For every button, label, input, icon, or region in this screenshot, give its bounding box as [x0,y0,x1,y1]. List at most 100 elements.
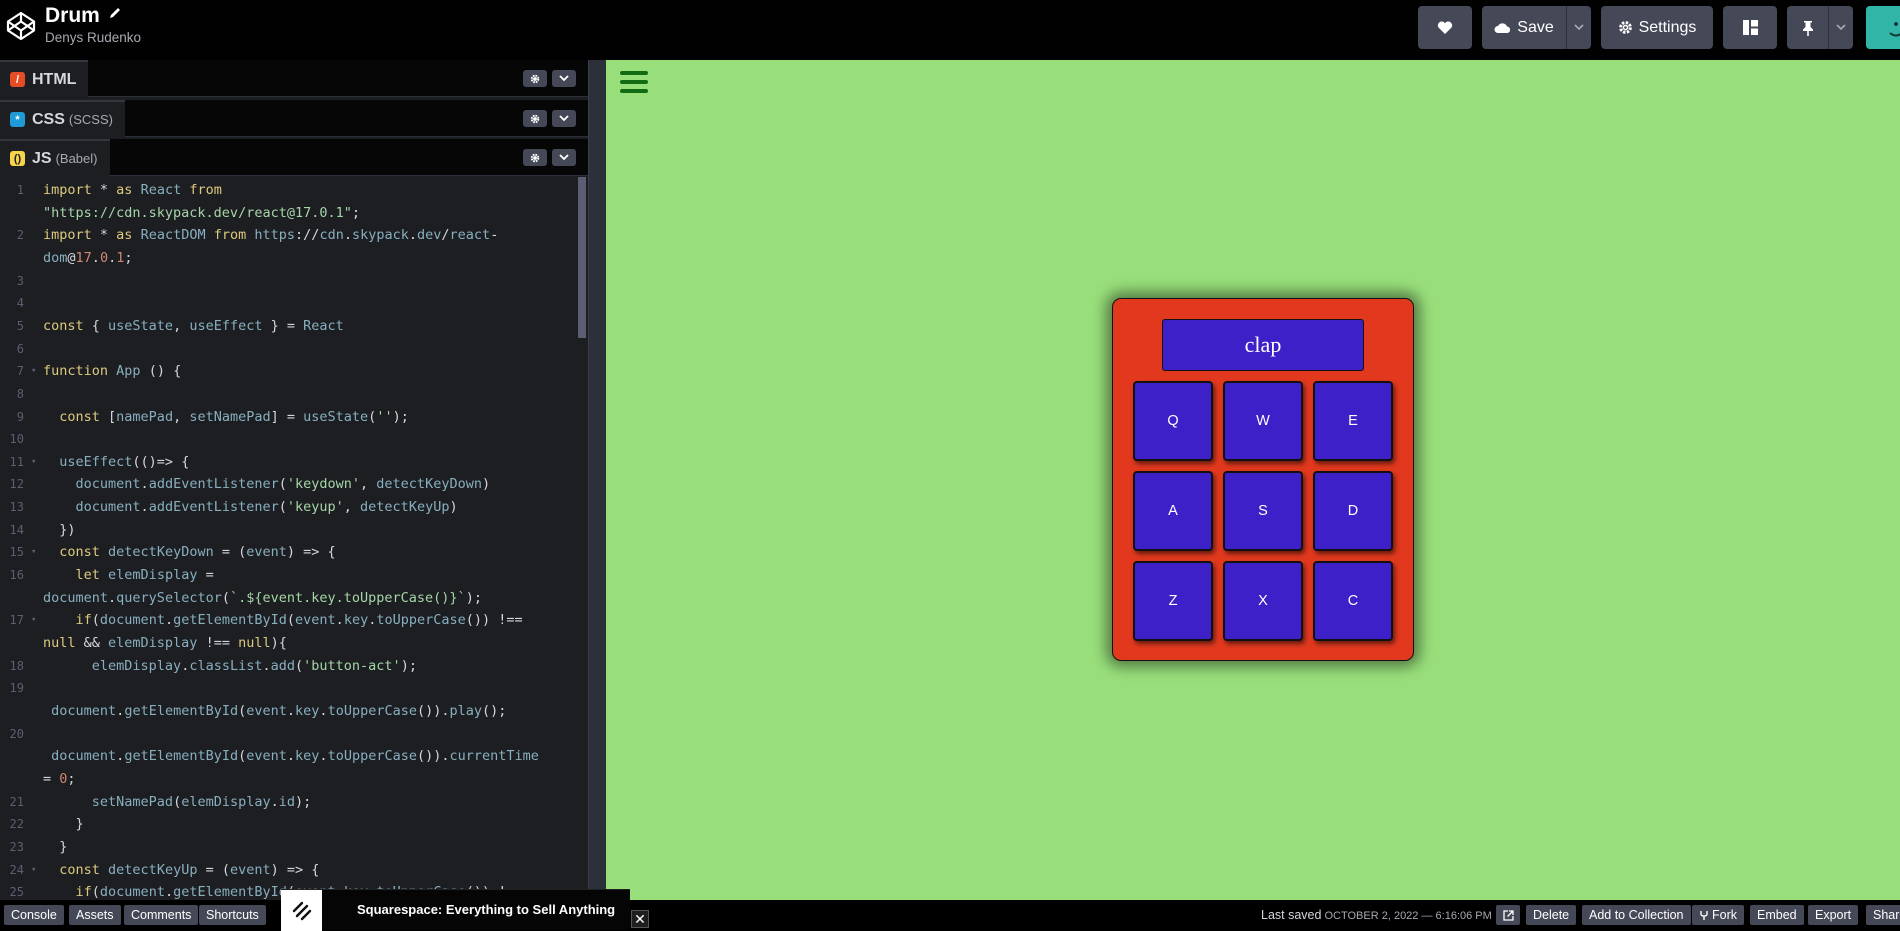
code-text: const detectKeyDown = (event) => { [59,544,336,561]
last-saved-status: Last saved OCTOBER 2, 2022 — 6:16:06 PM [1261,908,1492,922]
tab-html[interactable]: / HTML [0,60,89,97]
ad-text[interactable]: Squarespace: Everything to Sell Anything [357,902,615,917]
code-text: document.addEventListener('keydown', det… [75,476,491,493]
drum-pad-w[interactable]: W [1223,381,1303,461]
drum-pad-e[interactable]: E [1313,381,1393,461]
codepen-logo-icon[interactable] [5,10,37,42]
top-bar: Drum Denys Rudenko Save Settings [0,0,1900,60]
code-text: useEffect(()=> { [59,453,190,470]
code-text: = 0; [43,770,76,787]
ad-banner[interactable]: Squarespace: Everything to Sell Anything [281,889,630,931]
line-number: 13 [9,500,24,515]
drum-pad-c[interactable]: C [1313,561,1393,641]
panel-name: CSS [32,110,65,128]
js-collapse-button[interactable] [552,149,576,166]
comments-button[interactable]: Comments [124,905,199,925]
panel-resizer[interactable] [588,60,606,900]
save-options-button[interactable] [1566,6,1591,49]
heart-button[interactable] [1418,6,1472,49]
pin-options-button[interactable] [1828,6,1853,49]
add-to-collection-button[interactable]: Add to Collection [1582,905,1691,925]
fold-arrow-icon[interactable]: ▾ [31,541,36,563]
panel-preprocessor: (SCSS) [68,112,113,127]
js-panel-header: () JS (Babel) [0,139,588,176]
gear-icon [530,74,540,83]
assets-button[interactable]: Assets [69,905,121,925]
shortcuts-button[interactable]: Shortcuts [199,905,266,925]
code-text: } [43,838,68,855]
line-number: 4 [16,296,24,311]
line-number: 5 [16,318,24,333]
heart-icon [1437,20,1453,34]
js-settings-button[interactable] [523,149,547,166]
drum-pad-q[interactable]: Q [1133,381,1213,461]
css-collapse-button[interactable] [552,110,576,127]
js-code-editor[interactable]: 1 import * as React from "https://cdn.skyp… [0,177,588,900]
html-collapse-button[interactable] [552,70,576,87]
fork-label: Fork [1712,908,1737,922]
pen-title[interactable]: Drum [45,4,100,28]
panel-name: JS [32,149,52,167]
delete-button[interactable]: Delete [1526,905,1577,925]
save-button[interactable]: Save [1482,6,1566,49]
fold-arrow-icon[interactable]: ▾ [31,859,36,881]
drum-display: clap [1162,319,1364,371]
chevron-down-icon [559,75,569,82]
code-text: import * as React from [43,182,222,198]
gear-icon [530,153,540,162]
embed-button[interactable]: Embed [1750,905,1804,925]
edit-pencil-icon[interactable] [108,6,122,20]
share-button[interactable]: Share [1866,905,1900,925]
drum-pad-s[interactable]: S [1223,471,1303,551]
drum-pad-z[interactable]: Z [1133,561,1213,641]
open-external-button[interactable] [1496,905,1520,925]
export-button[interactable]: Export [1808,905,1859,925]
line-number: 24 [9,862,24,877]
code-text: import * as ReactDOM from https://cdn.sk… [43,227,499,244]
panel-preprocessor: (Babel) [55,151,98,166]
hamburger-menu-icon[interactable] [620,71,648,93]
fold-arrow-icon[interactable]: ▾ [31,360,36,382]
author-name[interactable]: Denys Rudenko [45,30,141,45]
chevron-down-icon [559,154,569,161]
line-number: 23 [9,839,24,854]
html-panel-header: / HTML [0,60,588,97]
drum-pad-x[interactable]: X [1223,561,1303,641]
ad-close-button[interactable]: ✕ [631,910,649,928]
change-view-button[interactable] [1723,6,1777,49]
html-settings-button[interactable] [523,70,547,87]
user-avatar[interactable] [1866,6,1900,49]
line-number: 18 [9,658,24,673]
editor-scrollbar[interactable] [578,177,586,338]
pin-button[interactable] [1787,6,1828,49]
gear-icon [530,114,540,123]
last-saved-date: OCTOBER 2, 2022 — 6:16:06 PM [1324,910,1492,922]
result-preview: clap Q W E A S D Z X C [606,60,1900,900]
fold-arrow-icon[interactable]: ▾ [31,451,36,473]
css-panel-header: * CSS (SCSS) [0,100,588,137]
drum-pad-a[interactable]: A [1133,471,1213,551]
settings-button[interactable]: Settings [1601,6,1713,49]
line-number: 14 [9,522,24,537]
line-number: 3 [16,273,24,288]
pin-icon [1802,20,1813,36]
fold-arrow-icon[interactable]: ▾ [31,609,36,631]
console-button[interactable]: Console [4,905,64,925]
fork-icon [1700,910,1708,920]
code-text: } [43,816,84,833]
code-text: elemDisplay.classList.add('button-act'); [91,657,417,674]
css-settings-button[interactable] [523,110,547,127]
line-number: 11 [9,454,24,469]
line-number: 17 [9,613,24,628]
tab-css[interactable]: * CSS (SCSS) [0,100,125,137]
editor-column: / HTML * CSS (SCSS) () JS (Babel) 1 impo… [0,60,606,900]
code-text: "https://cdn.skypack.dev/react@17.0.1"; [43,204,360,221]
line-number: 1 [16,183,24,197]
fork-button[interactable]: Fork [1692,905,1744,925]
code-text: dom@17.0.1; [43,249,133,266]
last-saved-label: Last saved [1261,908,1322,922]
code-text: const { useState, useEffect } = React [43,317,344,334]
drum-pad-d[interactable]: D [1313,471,1393,551]
tab-js[interactable]: () JS (Babel) [0,139,110,176]
line-number: 25 [9,885,24,900]
